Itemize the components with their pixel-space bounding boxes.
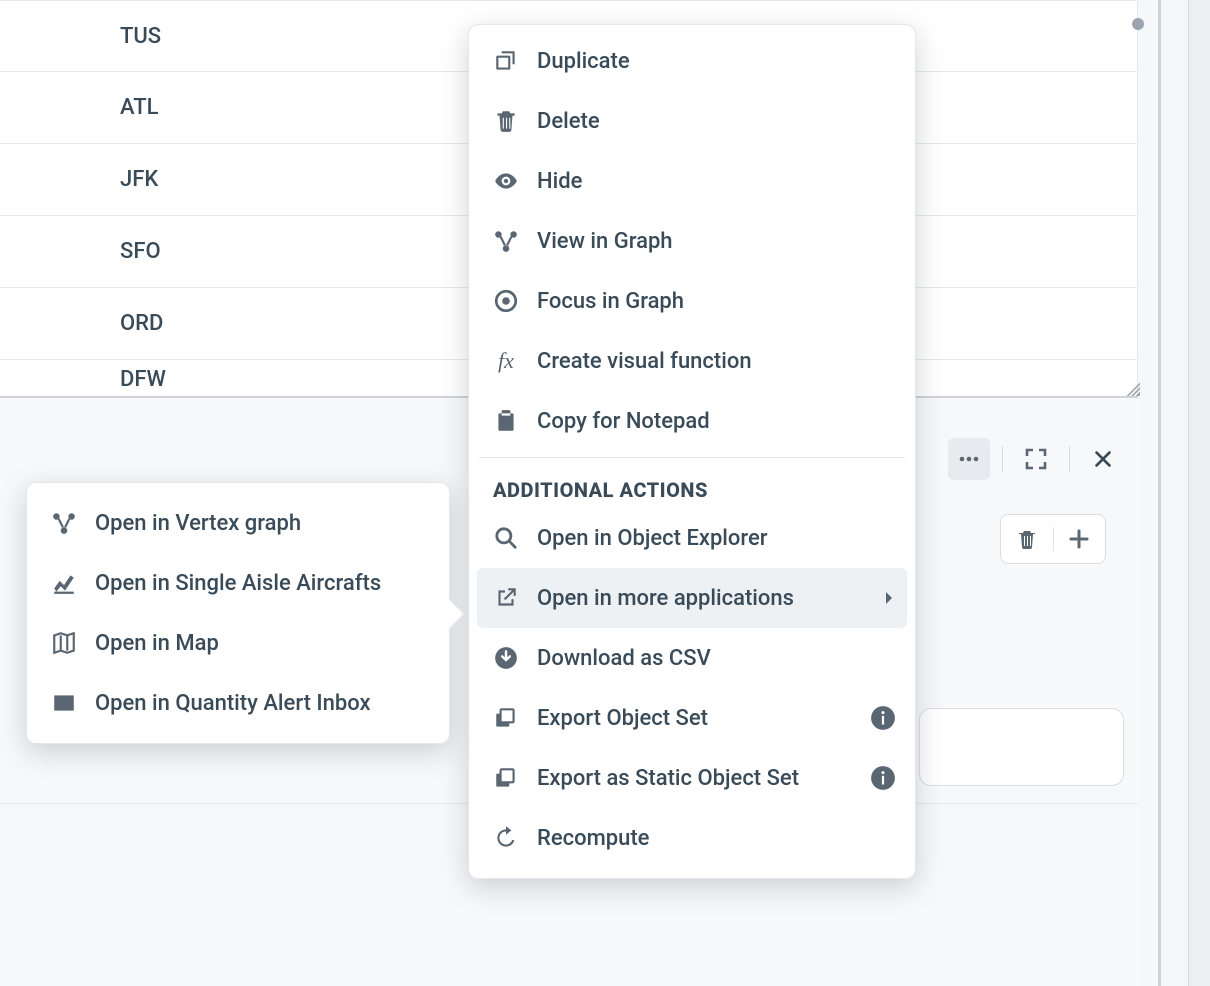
close-button[interactable] <box>1082 438 1124 480</box>
export-static-icon <box>491 763 521 793</box>
target-icon <box>491 286 521 316</box>
input-field[interactable] <box>919 708 1124 786</box>
cell-value: ATL <box>120 95 159 120</box>
menu-item-label: Focus in Graph <box>537 289 897 314</box>
graph-icon <box>491 226 521 256</box>
cell-value: DFW <box>120 367 166 392</box>
submenu: Open in Vertex graph Open in Single Aisl… <box>26 482 450 744</box>
menu-item-delete[interactable]: Delete <box>469 91 915 151</box>
download-icon <box>491 643 521 673</box>
menu-item-export-static-object-set[interactable]: Export as Static Object Set <box>469 748 915 808</box>
trash-icon <box>491 106 521 136</box>
menu-item-duplicate[interactable]: Duplicate <box>469 31 915 91</box>
menu-item-open-more-applications[interactable]: Open in more applications <box>477 568 907 628</box>
submenu-item-quantity-inbox[interactable]: Open in Quantity Alert Inbox <box>27 673 449 733</box>
submenu-item-label: Open in Vertex graph <box>95 511 431 536</box>
export-icon <box>491 703 521 733</box>
cell-value: ORD <box>120 311 163 336</box>
menu-item-label: Open in Object Explorer <box>537 526 897 551</box>
inbox-icon <box>49 688 79 718</box>
refresh-icon <box>491 823 521 853</box>
menu-section-header: ADDITIONAL ACTIONS <box>469 464 915 508</box>
right-rail <box>1158 0 1210 986</box>
line-chart-icon <box>49 568 79 598</box>
add-button[interactable] <box>1054 527 1106 551</box>
separator <box>1069 446 1070 472</box>
submenu-item-label: Open in Single Aisle Aircrafts <box>95 571 431 596</box>
fx-icon: fx <box>491 346 521 376</box>
submenu-item-map[interactable]: Open in Map <box>27 613 449 673</box>
cell-value: TUS <box>120 24 161 49</box>
menu-item-recompute[interactable]: Recompute <box>469 808 915 868</box>
submenu-item-label: Open in Map <box>95 631 431 656</box>
menu-item-label: Hide <box>537 169 897 194</box>
menu-item-label: Recompute <box>537 826 897 851</box>
menu-item-copy-notepad[interactable]: Copy for Notepad <box>469 391 915 451</box>
eye-icon <box>491 166 521 196</box>
submenu-item-label: Open in Quantity Alert Inbox <box>95 691 431 716</box>
clipboard-icon <box>491 406 521 436</box>
menu-item-export-object-set[interactable]: Export Object Set <box>469 688 915 748</box>
action-card <box>1000 514 1106 564</box>
resize-handle-icon[interactable] <box>1122 378 1140 396</box>
cell-value: SFO <box>120 239 161 264</box>
menu-item-view-graph[interactable]: View in Graph <box>469 211 915 271</box>
menu-item-label: Download as CSV <box>537 646 897 671</box>
menu-item-label: Duplicate <box>537 49 897 74</box>
info-icon[interactable] <box>869 764 897 792</box>
search-icon <box>491 523 521 553</box>
menu-item-focus-graph[interactable]: Focus in Graph <box>469 271 915 331</box>
cell-value: JFK <box>120 167 158 192</box>
graph-icon <box>49 508 79 538</box>
scrollbar-track[interactable] <box>1161 0 1189 986</box>
chevron-right-icon <box>881 590 897 606</box>
menu-item-open-object-explorer[interactable]: Open in Object Explorer <box>469 508 915 568</box>
map-icon <box>49 628 79 658</box>
menu-item-label: Copy for Notepad <box>537 409 897 434</box>
menu-item-download-csv[interactable]: Download as CSV <box>469 628 915 688</box>
more-options-button[interactable] <box>948 438 990 480</box>
menu-item-hide[interactable]: Hide <box>469 151 915 211</box>
menu-item-label: Export as Static Object Set <box>537 766 869 791</box>
expand-button[interactable] <box>1015 438 1057 480</box>
delete-button[interactable] <box>1001 527 1053 551</box>
menu-item-label: Open in more applications <box>537 586 881 611</box>
menu-item-label: View in Graph <box>537 229 897 254</box>
open-external-icon <box>491 583 521 613</box>
duplicate-icon <box>491 46 521 76</box>
menu-item-label: Delete <box>537 109 897 134</box>
menu-item-create-visual-function[interactable]: fx Create visual function <box>469 331 915 391</box>
submenu-item-single-aisle[interactable]: Open in Single Aisle Aircrafts <box>27 553 449 613</box>
status-dot-icon <box>1132 18 1144 30</box>
submenu-item-vertex-graph[interactable]: Open in Vertex graph <box>27 493 449 553</box>
menu-item-label: Export Object Set <box>537 706 869 731</box>
info-icon[interactable] <box>869 704 897 732</box>
separator <box>479 457 905 458</box>
menu-item-label: Create visual function <box>537 349 897 374</box>
context-menu: Duplicate Delete Hide View in Graph Focu… <box>468 24 916 879</box>
separator <box>1002 446 1003 472</box>
